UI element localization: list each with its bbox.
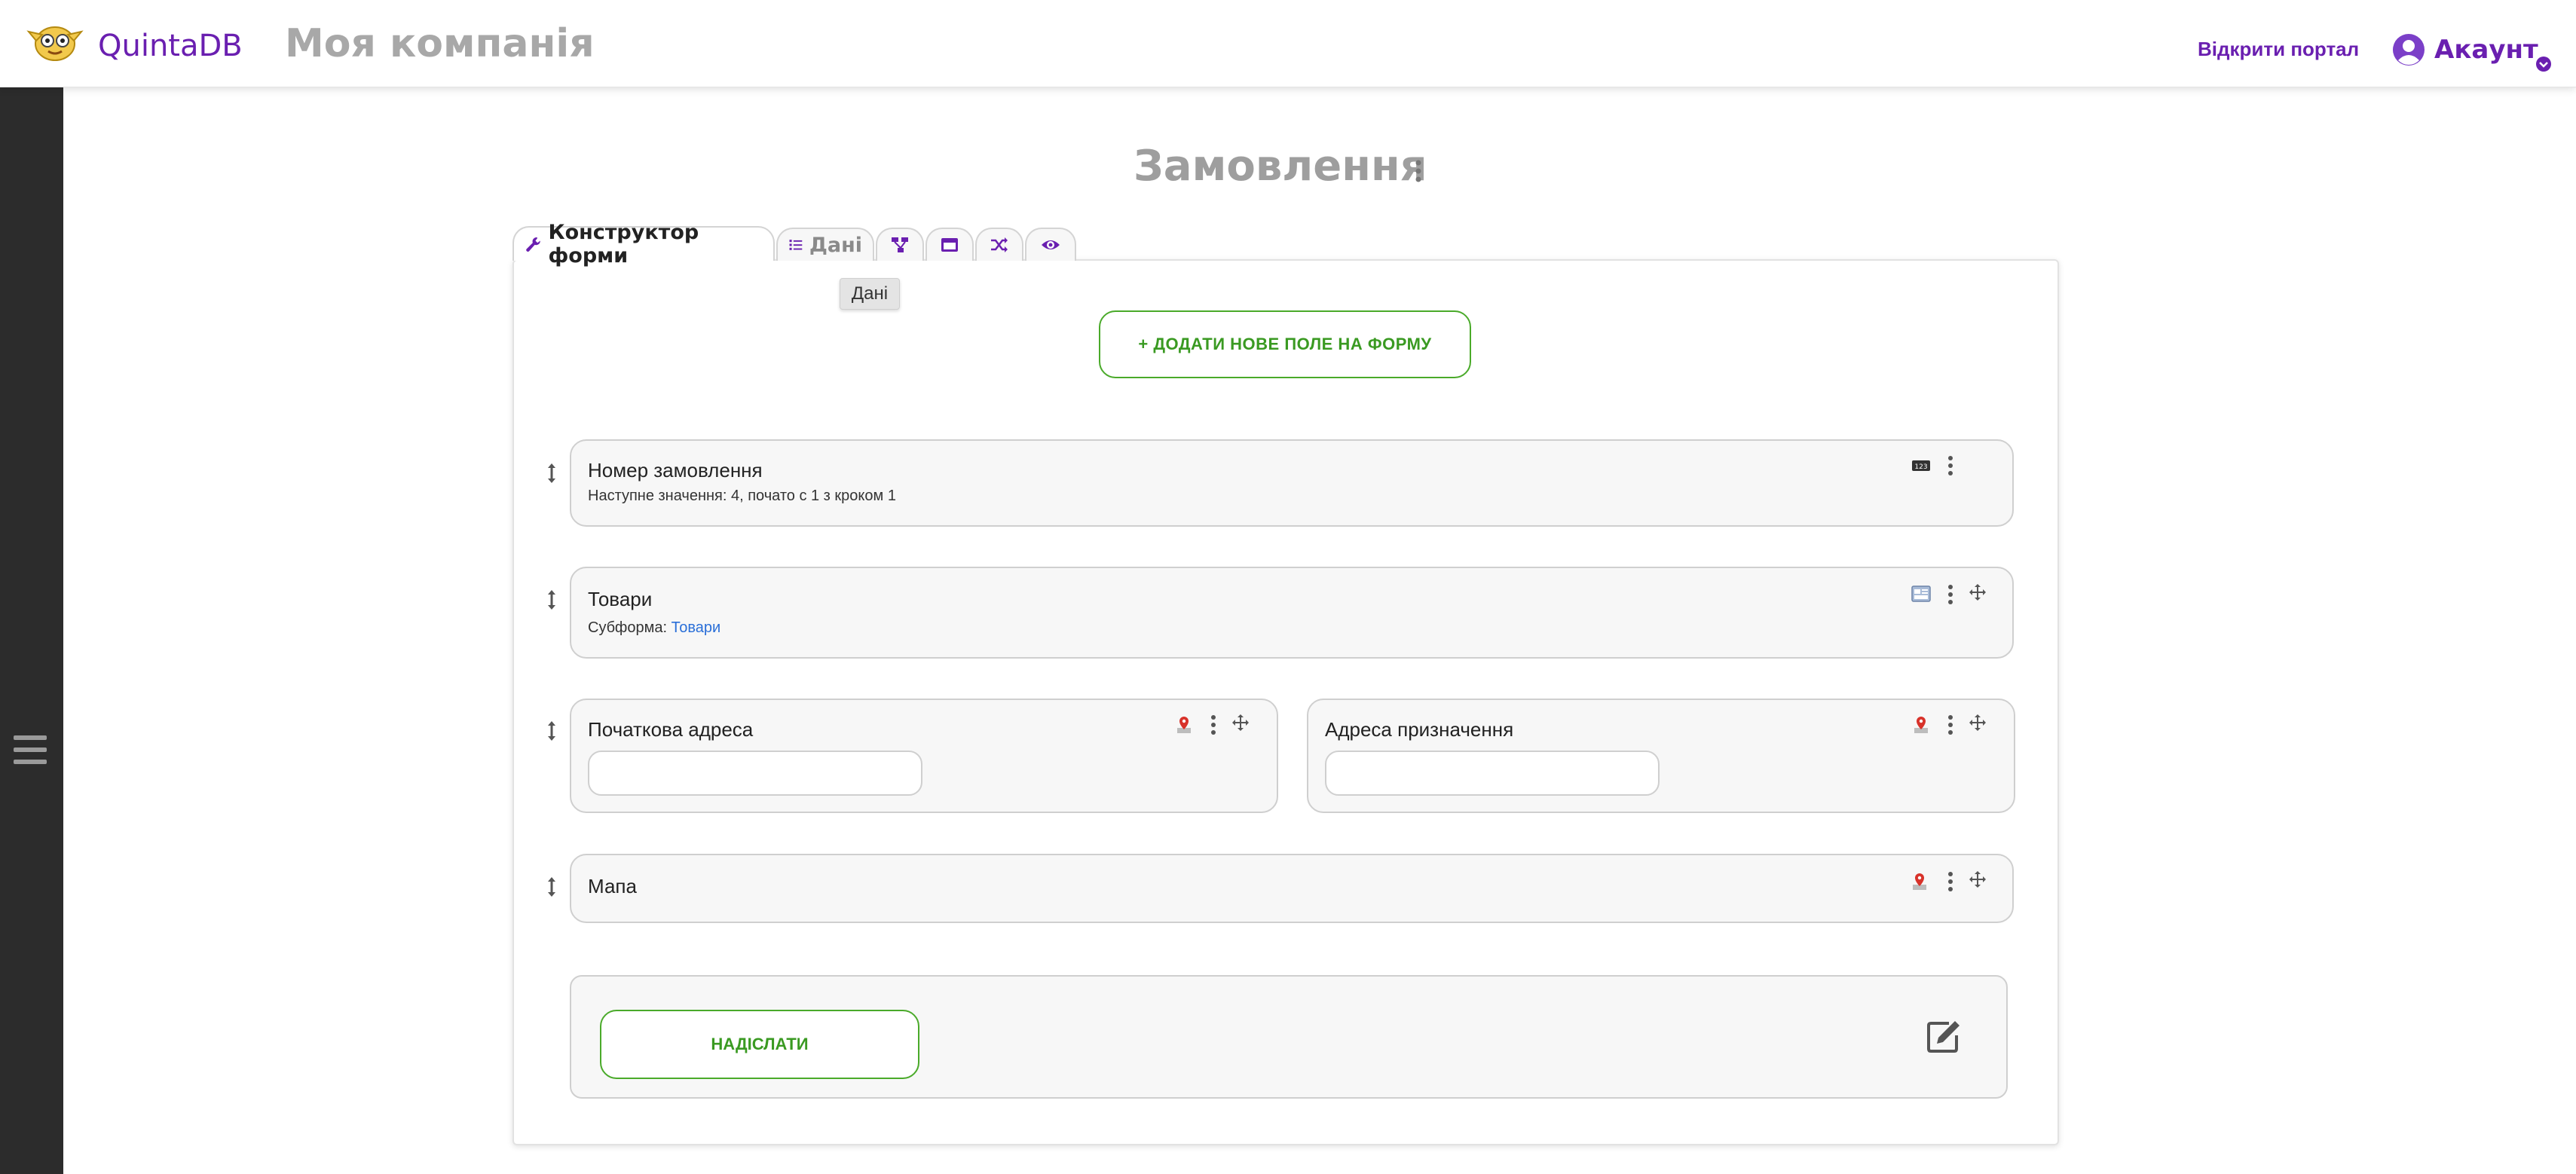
account-menu[interactable]: Акаунт [2392,33,2538,66]
list-icon [789,240,803,250]
map-pin-icon [1177,717,1191,733]
add-new-field-button[interactable]: + ДОДАТИ НОВЕ ПОЛЕ НА ФОРМУ [1099,310,1471,378]
brand-name[interactable]: QuintaDB [98,29,243,63]
wrench-icon [526,237,540,252]
open-portal-link[interactable]: Відкрити портал [2198,38,2359,61]
field-start-address[interactable]: Початкова адреса [570,699,1278,813]
eye-icon [1042,240,1060,249]
kebab-menu-icon[interactable] [1946,583,1955,606]
tab-preview[interactable] [1025,228,1076,261]
subform-prefix: Субформа: [588,619,668,636]
move-icon[interactable] [1969,583,1987,601]
submit-button[interactable]: НАДІСЛАТИ [600,1010,919,1079]
user-avatar-icon [2393,34,2425,66]
drag-handle-icon[interactable] [546,589,557,611]
edit-icon[interactable] [1926,1019,1961,1053]
move-icon[interactable] [1969,870,1987,888]
field-description: Наступне значення: 4, почато с 1 з кроко… [588,488,896,504]
field-label: Товари [588,588,653,610]
map-pin-icon [1913,873,1926,890]
drag-handle-icon[interactable] [546,720,557,742]
shuffle-icon [991,237,1008,252]
company-name: Моя компанія [285,21,595,66]
tab-relations[interactable] [876,228,924,261]
drag-handle-icon[interactable] [546,462,557,485]
field-label: Мапа [588,875,637,897]
field-order-number[interactable]: Номер замовлення Наступне значення: 4, п… [570,439,2014,527]
kebab-menu-icon[interactable] [1946,454,1955,477]
left-sidebar [0,87,63,1174]
field-map[interactable]: Мапа [570,854,2014,923]
kebab-menu-icon[interactable] [1946,870,1955,893]
subform-link[interactable]: Товари [672,619,721,636]
move-icon[interactable] [1969,714,1987,732]
drag-handle-icon[interactable] [546,876,557,898]
submit-section: НАДІСЛАТИ [570,975,2008,1099]
kebab-menu-icon[interactable] [1946,714,1955,736]
chevron-down-icon[interactable] [2535,56,2552,72]
field-label: Номер замовлення [588,459,763,482]
tab-data-label: Дані [809,233,862,257]
kebab-menu-icon[interactable] [1414,158,1423,184]
tab-form-builder[interactable]: Конструктор форми [512,221,775,268]
tab-data[interactable]: Дані [776,228,874,261]
move-icon[interactable] [1231,714,1250,732]
tab-actions[interactable] [975,228,1023,261]
account-label: Акаунт [2434,35,2538,65]
tab-bar: Конструктор форми Дані [512,221,1078,268]
kebab-menu-icon[interactable] [1209,714,1218,736]
hamburger-menu-icon[interactable] [14,735,47,766]
window-icon [941,238,958,252]
top-header: QuintaDB Моя компанія Відкрити портал Ак… [0,0,2576,87]
counter-icon: 123 [1912,460,1930,471]
svg-text:123: 123 [1914,463,1927,471]
field-label: Адреса призначення [1325,718,1514,741]
subform-icon [1911,585,1931,602]
field-products[interactable]: Товари Субформа: Товари [570,567,2014,659]
field-destination-address[interactable]: Адреса призначення [1307,699,2015,813]
tab-tooltip: Дані [840,278,900,310]
destination-address-input[interactable] [1325,751,1660,796]
sitemap-icon [892,237,908,252]
map-pin-icon [1914,717,1928,733]
start-address-input[interactable] [588,751,922,796]
tab-form-builder-label: Конструктор форми [548,221,699,268]
quintadb-logo-icon[interactable] [23,17,87,63]
tab-views[interactable] [925,228,974,261]
field-label: Початкова адреса [588,718,754,741]
page-title: Замовлення [1134,142,1427,191]
field-description: Субформа: Товари [588,619,720,637]
